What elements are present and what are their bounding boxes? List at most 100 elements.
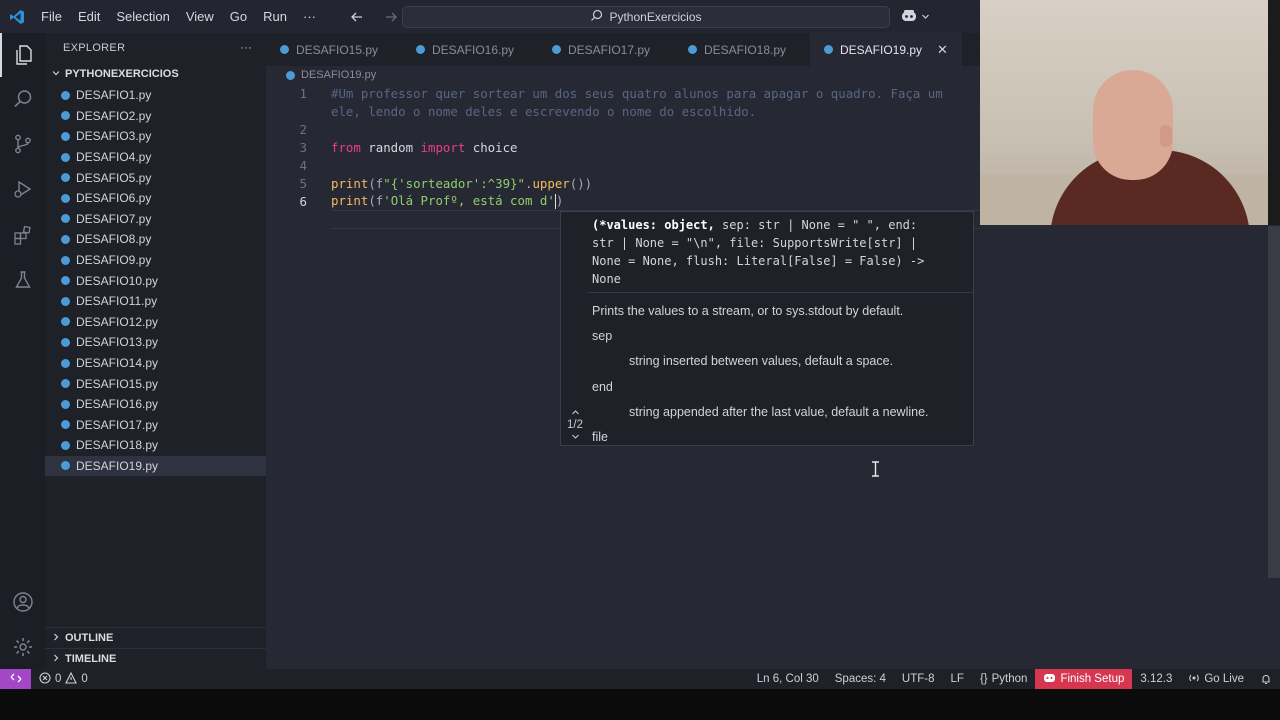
file-item-desafio17[interactable]: DESAFIO17.py — [45, 415, 266, 436]
file-item-desafio1[interactable]: DESAFIO1.py — [45, 85, 266, 106]
run-debug-icon[interactable] — [0, 167, 45, 211]
file-label: DESAFIO18.py — [76, 438, 159, 453]
tab-desafio16[interactable]: DESAFIO16.py — [402, 33, 538, 66]
file-item-desafio11[interactable]: DESAFIO11.py — [45, 291, 266, 312]
doc-param-file: file — [592, 430, 608, 445]
file-item-desafio7[interactable]: DESAFIO7.py — [45, 209, 266, 230]
code-text: print(f"{'sorteador':^39}".upper()) — [331, 176, 592, 191]
editor-scrollbar[interactable] — [1268, 226, 1280, 578]
remote-indicator[interactable] — [0, 669, 31, 689]
copilot-menu[interactable] — [900, 6, 930, 28]
forward-arrow-icon[interactable] — [379, 5, 403, 29]
screen-bottom-border — [0, 689, 1280, 720]
activity-bar — [0, 33, 45, 669]
file-item-desafio18[interactable]: DESAFIO18.py — [45, 435, 266, 456]
python-file-icon — [61, 440, 70, 450]
command-center-search[interactable]: PythonExercicios — [402, 6, 890, 28]
search-icon — [590, 9, 603, 25]
end-of-line[interactable]: LF — [943, 669, 972, 689]
menu-go[interactable]: Go — [222, 0, 255, 33]
timeline-section[interactable]: TIMELINE — [45, 648, 266, 669]
menu-edit[interactable]: Edit — [70, 0, 108, 33]
file-item-desafio9[interactable]: DESAFIO9.py — [45, 250, 266, 271]
tab-desafio15[interactable]: DESAFIO15.py — [266, 33, 402, 66]
file-item-desafio14[interactable]: DESAFIO14.py — [45, 353, 266, 374]
file-item-desafio19[interactable]: DESAFIO19.py — [45, 455, 266, 477]
python-file-icon — [61, 358, 70, 368]
menu-more[interactable]: ··· — [295, 0, 324, 33]
explorer-icon[interactable] — [0, 33, 45, 77]
notifications-bell-icon[interactable] — [1252, 669, 1280, 689]
doc-param-sep-desc: string inserted between values, default … — [629, 354, 894, 369]
menu-selection[interactable]: Selection — [108, 0, 177, 33]
file-label: DESAFIO13.py — [76, 335, 159, 350]
encoding[interactable]: UTF-8 — [894, 669, 943, 689]
menu-view[interactable]: View — [178, 0, 222, 33]
language-mode[interactable]: {} Python — [972, 669, 1036, 689]
file-item-desafio15[interactable]: DESAFIO15.py — [45, 373, 266, 394]
file-item-desafio16[interactable]: DESAFIO16.py — [45, 394, 266, 415]
python-file-icon — [61, 337, 70, 347]
cursor-position[interactable]: Ln 6, Col 30 — [749, 669, 827, 689]
menu-bar: File Edit Selection View Go Run ··· — [33, 0, 324, 33]
explorer-more-button[interactable]: ··· — [240, 42, 252, 54]
menu-run[interactable]: Run — [255, 0, 295, 33]
tab-desafio19[interactable]: DESAFIO19.py ✕ — [810, 33, 962, 66]
tab-desafio17[interactable]: DESAFIO17.py — [538, 33, 674, 66]
file-item-desafio10[interactable]: DESAFIO10.py — [45, 270, 266, 291]
menu-file[interactable]: File — [33, 0, 70, 33]
search-view-icon[interactable] — [0, 77, 45, 121]
outline-section[interactable]: OUTLINE — [45, 627, 266, 648]
go-live-label: Go Live — [1204, 673, 1244, 685]
breadcrumb-file[interactable]: DESAFIO19.py — [301, 69, 376, 81]
file-item-desafio2[interactable]: DESAFIO2.py — [45, 106, 266, 127]
folder-header[interactable]: PYTHONEXERCICIOS — [45, 63, 266, 85]
navigation-arrows — [345, 0, 403, 33]
file-label: DESAFIO10.py — [76, 273, 159, 288]
accounts-icon[interactable] — [0, 580, 45, 624]
text-cursor-pointer-icon — [872, 461, 879, 477]
line-number: 6 — [299, 193, 307, 209]
go-live-button[interactable]: Go Live — [1180, 669, 1252, 689]
python-version[interactable]: 3.12.3 — [1132, 669, 1180, 689]
file-item-desafio12[interactable]: DESAFIO12.py — [45, 312, 266, 333]
signature-line-3: None = None, flush: Literal[False] = Fal… — [592, 254, 925, 268]
file-label: DESAFIO11.py — [76, 294, 158, 309]
file-item-desafio8[interactable]: DESAFIO8.py — [45, 229, 266, 250]
editor-tabs: DESAFIO15.py DESAFIO16.py DESAFIO17.py D… — [266, 33, 980, 66]
language-label: Python — [991, 673, 1028, 685]
finish-setup-button[interactable]: Finish Setup — [1035, 669, 1133, 689]
file-label: DESAFIO19.py — [76, 458, 159, 473]
line-number: 4 — [299, 157, 307, 173]
remote-icon — [10, 672, 22, 687]
python-file-icon — [416, 45, 425, 54]
file-item-desafio13[interactable]: DESAFIO13.py — [45, 332, 266, 353]
back-arrow-icon[interactable] — [345, 5, 369, 29]
signature-text: (*values: object, sep: str | None = " ",… — [592, 216, 966, 288]
testing-flask-icon[interactable] — [0, 258, 45, 302]
tab-label: DESAFIO18.py — [704, 42, 787, 57]
method-upper: upper — [532, 175, 570, 191]
python-file-icon — [61, 214, 70, 224]
doc-param-end-desc: string appended after the last value, de… — [629, 404, 929, 419]
signature-help-popup[interactable]: 1/2 (*values: object, sep: str | None = … — [560, 211, 974, 446]
python-file-icon — [286, 70, 295, 80]
file-label: DESAFIO3.py — [76, 129, 152, 144]
extensions-icon[interactable] — [0, 213, 45, 257]
file-item-desafio5[interactable]: DESAFIO5.py — [45, 167, 266, 188]
settings-gear-icon[interactable] — [0, 625, 45, 669]
problems-indicator[interactable]: 0 0 — [31, 669, 96, 689]
file-item-desafio4[interactable]: DESAFIO4.py — [45, 147, 266, 168]
chevron-down-icon[interactable] — [571, 431, 580, 443]
signature-counter: 1/2 — [567, 419, 583, 431]
chevron-up-icon[interactable] — [571, 407, 580, 419]
active-parameter: (*values: object, — [592, 218, 715, 232]
close-icon[interactable]: ✕ — [937, 42, 948, 58]
line-number: 5 — [299, 175, 307, 191]
indentation[interactable]: Spaces: 4 — [827, 669, 894, 689]
code-text: print(f'Olá Profº, está com d') — [331, 193, 563, 209]
file-item-desafio6[interactable]: DESAFIO6.py — [45, 188, 266, 209]
tab-desafio18[interactable]: DESAFIO18.py — [674, 33, 810, 66]
source-control-icon[interactable] — [0, 122, 45, 166]
file-item-desafio3[interactable]: DESAFIO3.py — [45, 126, 266, 147]
